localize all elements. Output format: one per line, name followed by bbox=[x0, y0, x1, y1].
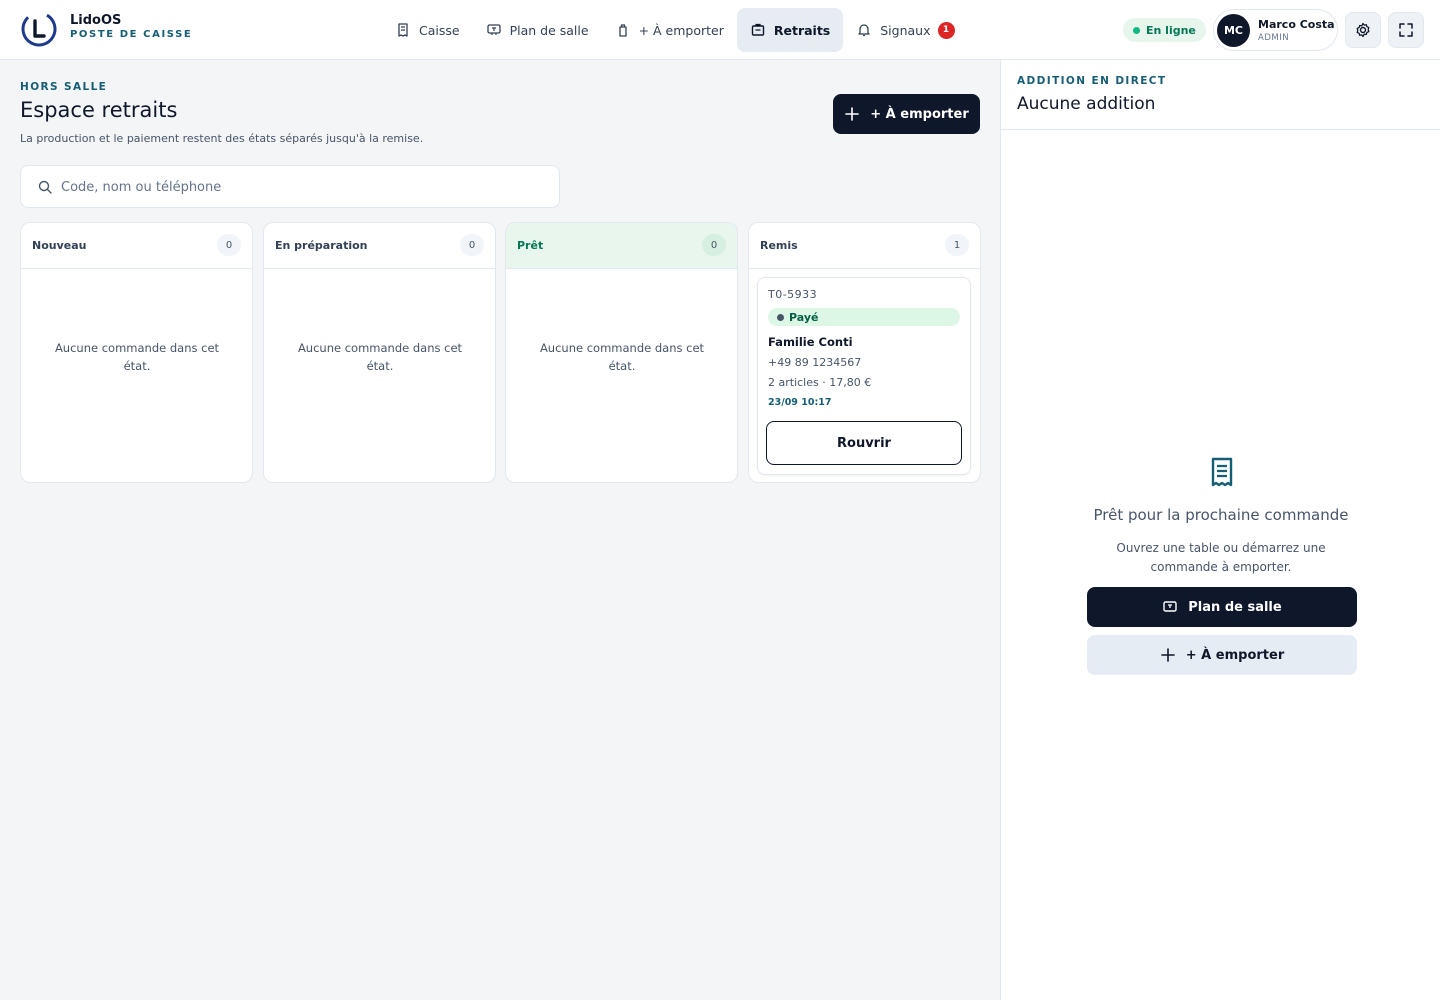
lidoos-logo-icon bbox=[21, 11, 57, 47]
page-description: La production et le paiement restent des… bbox=[20, 132, 424, 145]
live-bill-header: ADDITION EN DIRECT Aucune addition bbox=[1001, 60, 1440, 130]
button-label: + À emporter bbox=[1185, 647, 1285, 663]
button-label: Plan de salle bbox=[1188, 599, 1282, 615]
empty-bill-description: Ouvrez une table ou démarrez une command… bbox=[1116, 541, 1326, 574]
takeaway-button[interactable]: + À emporter bbox=[1087, 635, 1357, 675]
receipt-icon bbox=[398, 23, 408, 37]
search-icon bbox=[38, 180, 52, 194]
brand-name: LidoOS bbox=[70, 13, 122, 28]
page-title: Espace retraits bbox=[20, 98, 178, 122]
column-title: Nouveau bbox=[32, 239, 87, 252]
order-code: T0-5933 bbox=[768, 288, 818, 301]
floorplan-icon bbox=[486, 24, 501, 35]
notification-badge: 1 bbox=[937, 21, 955, 39]
receipt-icon bbox=[1211, 457, 1233, 487]
live-bill-panel: ADDITION EN DIRECT Aucune addition Prêt … bbox=[1000, 60, 1440, 1000]
online-status-badge: En ligne bbox=[1123, 18, 1206, 42]
column-remis: Remis 1 T0-5933 Payé Familie Conti +49 8… bbox=[748, 222, 981, 483]
column-count: 1 bbox=[945, 234, 969, 256]
column-count: 0 bbox=[217, 234, 241, 256]
nav-label: Caisse bbox=[419, 22, 460, 38]
nav-label: Signaux bbox=[880, 22, 931, 38]
column-title: Remis bbox=[760, 239, 798, 252]
pickup-area: HORS SALLE Espace retraits La production… bbox=[0, 60, 1000, 1000]
settings-button[interactable] bbox=[1345, 12, 1381, 48]
nav-retraits[interactable]: Retraits bbox=[736, 8, 844, 52]
column-title: En préparation bbox=[275, 239, 368, 252]
brand-subtitle: POSTE DE CAISSE bbox=[70, 29, 193, 40]
pickup-icon bbox=[751, 23, 765, 36]
column-count: 0 bbox=[460, 234, 484, 256]
search-box bbox=[20, 165, 560, 208]
button-label: + À emporter bbox=[870, 106, 969, 122]
customer-name: Familie Conti bbox=[768, 335, 853, 349]
column-header: Remis 1 bbox=[749, 223, 980, 269]
order-card[interactable]: T0-5933 Payé Familie Conti +49 89 123456… bbox=[757, 277, 971, 475]
column-header: Prêt 0 bbox=[506, 223, 737, 269]
column-header: Nouveau 0 bbox=[21, 223, 252, 269]
gear-icon bbox=[1356, 22, 1370, 38]
status-dot-icon bbox=[1133, 26, 1140, 34]
order-summary: 2 articles · 17,80 € bbox=[768, 376, 872, 389]
column-pret: Prêt 0 Aucune commande dans cet état. bbox=[505, 222, 738, 483]
floorplan-button[interactable]: Plan de salle bbox=[1087, 587, 1357, 627]
customer-phone: +49 89 1234567 bbox=[768, 356, 862, 369]
nav-label: Plan de salle bbox=[509, 22, 589, 38]
nav-a-emporter[interactable]: + À emporter bbox=[602, 8, 737, 52]
nav-caisse[interactable]: Caisse bbox=[382, 8, 473, 52]
user-role: ADMIN bbox=[1258, 33, 1290, 43]
column-en-preparation: En préparation 0 Aucune commande dans ce… bbox=[263, 222, 496, 483]
live-bill-eyebrow: ADDITION EN DIRECT bbox=[1017, 75, 1167, 87]
column-header: En préparation 0 bbox=[264, 223, 495, 269]
main-nav: Caisse Plan de salle + À emporter Retrai… bbox=[382, 8, 968, 52]
nav-label: + À emporter bbox=[638, 22, 724, 38]
reopen-button[interactable]: Rouvrir bbox=[766, 421, 962, 465]
empty-state: Aucune commande dans cet état. bbox=[54, 341, 220, 373]
empty-bill-title: Prêt pour la prochaine commande bbox=[1093, 506, 1349, 524]
nav-signaux[interactable]: Signaux 1 bbox=[843, 8, 967, 52]
search-input[interactable] bbox=[61, 176, 541, 198]
payment-status-badge: Payé bbox=[768, 308, 960, 326]
fullscreen-icon bbox=[1399, 23, 1413, 37]
column-nouveau: Nouveau 0 Aucune commande dans cet état. bbox=[20, 222, 253, 483]
page-eyebrow: HORS SALLE bbox=[20, 81, 108, 93]
plus-icon bbox=[845, 107, 860, 121]
user-menu[interactable]: MC Marco Costa ADMIN bbox=[1213, 9, 1338, 51]
top-bar: LidoOS POSTE DE CAISSE Caisse Plan de sa… bbox=[0, 0, 1440, 60]
order-time: 23/09 10:17 bbox=[768, 397, 832, 408]
empty-state: Aucune commande dans cet état. bbox=[539, 341, 705, 373]
bag-icon bbox=[618, 24, 627, 37]
nav-label: Retraits bbox=[773, 22, 831, 38]
live-bill-title: Aucune addition bbox=[1017, 94, 1156, 114]
status-dot-icon bbox=[777, 313, 784, 321]
plus-icon bbox=[1160, 648, 1175, 662]
column-title: Prêt bbox=[517, 239, 544, 252]
column-count: 0 bbox=[702, 234, 726, 256]
user-name: Marco Costa bbox=[1258, 18, 1335, 31]
empty-state: Aucune commande dans cet état. bbox=[297, 341, 463, 373]
nav-plan-de-salle[interactable]: Plan de salle bbox=[473, 8, 602, 52]
payment-status-label: Payé bbox=[789, 310, 819, 324]
floorplan-icon bbox=[1163, 601, 1177, 612]
bell-icon bbox=[858, 24, 870, 37]
status-label: En ligne bbox=[1146, 23, 1196, 37]
fullscreen-button[interactable] bbox=[1388, 12, 1424, 48]
new-takeaway-button[interactable]: + À emporter bbox=[833, 94, 980, 134]
avatar: MC bbox=[1217, 14, 1250, 47]
